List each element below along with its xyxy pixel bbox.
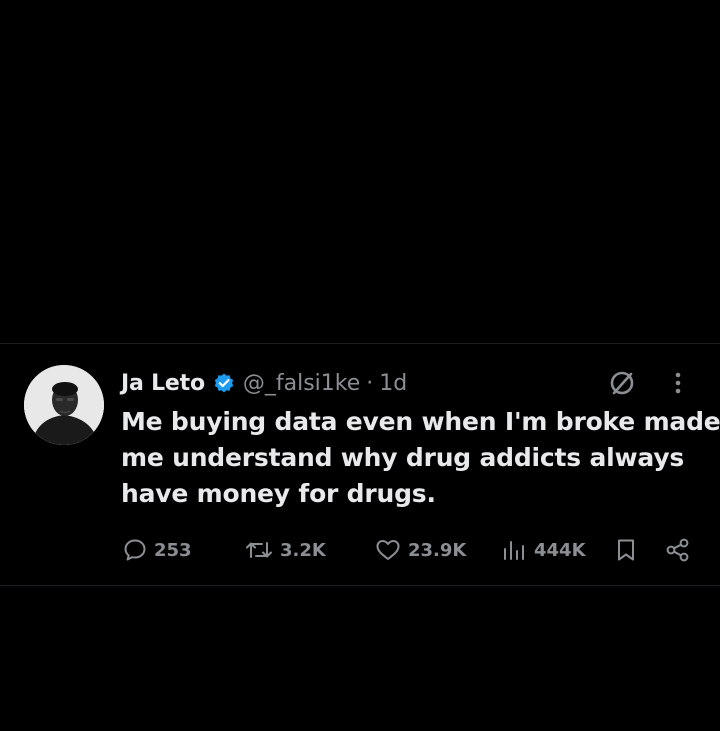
tweet-text: Me buying data even when I'm broke made … [121, 404, 720, 512]
tweet-header: Ja Leto @_falsi1ke · 1d [121, 368, 407, 398]
screen: Ja Leto @_falsi1ke · 1d Me buying data e… [0, 0, 720, 731]
divider-bottom [0, 585, 720, 586]
views-icon [500, 537, 528, 563]
repost-icon [244, 537, 274, 563]
action-bar: 253 3.2K 23.9K 444K [0, 534, 720, 566]
share-icon [664, 537, 692, 563]
bookmark-button[interactable] [614, 534, 638, 566]
more-icon[interactable] [668, 368, 688, 398]
header-separator: · [366, 370, 374, 396]
tweet-time[interactable]: 1d [379, 371, 407, 396]
grok-icon[interactable] [607, 368, 637, 398]
reply-icon [122, 537, 148, 563]
tweet-text-line: Me buying data even when I'm broke made [121, 407, 720, 436]
repost-count: 3.2K [280, 539, 326, 561]
views-button[interactable]: 444K [500, 534, 586, 566]
views-count: 444K [534, 539, 586, 561]
tweet-text-line: have money for drugs. [121, 479, 436, 508]
repost-button[interactable]: 3.2K [244, 534, 326, 566]
share-button[interactable] [664, 534, 692, 566]
verified-badge-icon [213, 372, 235, 394]
author-handle[interactable]: @_falsi1ke [243, 371, 360, 396]
profile-photo [24, 365, 104, 445]
reply-count: 253 [154, 539, 192, 561]
reply-button[interactable]: 253 [122, 534, 192, 566]
like-count: 23.9K [408, 539, 467, 561]
avatar[interactable] [24, 365, 104, 445]
like-icon [374, 537, 402, 563]
tweet[interactable]: Ja Leto @_falsi1ke · 1d Me buying data e… [0, 344, 720, 584]
bookmark-icon [614, 537, 638, 563]
author-name[interactable]: Ja Leto [121, 371, 205, 396]
tweet-text-line: me understand why drug addicts always [121, 443, 685, 472]
like-button[interactable]: 23.9K [374, 534, 466, 566]
